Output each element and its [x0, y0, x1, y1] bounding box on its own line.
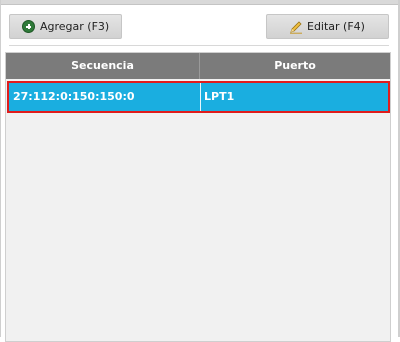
column-header-puerto[interactable]: Puerto: [200, 53, 390, 79]
cell-separator: [200, 83, 201, 111]
sequence-table: Secuencia Puerto 27:112:0:150:150:0 LPT1: [5, 52, 391, 342]
add-button[interactable]: Agregar (F3): [9, 14, 122, 39]
plus-circle-icon: [22, 20, 35, 33]
window-left-border: [0, 0, 1, 337]
column-header-secuencia[interactable]: Secuencia: [6, 53, 199, 79]
pencil-icon: [289, 20, 303, 34]
cell-sequence: 27:112:0:150:150:0: [13, 90, 135, 103]
table-header: Secuencia Puerto: [6, 53, 390, 79]
table-row-selected[interactable]: 27:112:0:150:150:0 LPT1: [7, 81, 390, 113]
add-button-label: Agregar (F3): [40, 20, 110, 33]
cell-port: LPT1: [204, 90, 235, 103]
edit-button[interactable]: Editar (F4): [266, 14, 389, 39]
edit-button-label: Editar (F4): [307, 20, 365, 33]
window-top-border: [0, 0, 400, 5]
toolbar-divider: [9, 45, 389, 46]
